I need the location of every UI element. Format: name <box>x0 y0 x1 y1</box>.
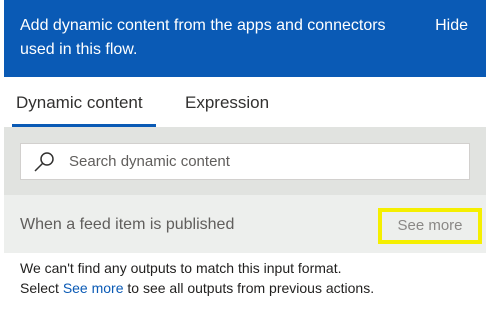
tab-bar: Dynamic content Expression <box>4 77 486 127</box>
tab-expression[interactable]: Expression <box>185 91 269 115</box>
see-more-link[interactable]: See more <box>63 280 124 296</box>
no-outputs-message: We can't find any outputs to match this … <box>20 258 480 298</box>
message-line-2: Select See more to see all outputs from … <box>20 278 480 298</box>
search-box[interactable] <box>20 143 470 180</box>
hide-button[interactable]: Hide <box>435 14 468 38</box>
message-line-1: We can't find any outputs to match this … <box>20 260 342 276</box>
message-prefix: Select <box>20 280 59 296</box>
section-title: When a feed item is published <box>20 216 235 233</box>
tab-dynamic-content[interactable]: Dynamic content <box>16 91 143 115</box>
search-area <box>4 127 486 195</box>
info-banner: Add dynamic content from the apps and co… <box>4 0 486 77</box>
banner-text: Add dynamic content from the apps and co… <box>20 17 386 58</box>
search-icon <box>33 151 57 173</box>
see-more-button[interactable]: See more <box>382 212 478 240</box>
dynamic-content-panel: Add dynamic content from the apps and co… <box>4 0 486 316</box>
see-more-highlight: See more <box>378 208 482 244</box>
message-suffix: to see all outputs from previous actions… <box>127 280 375 296</box>
section-header: When a feed item is published See more <box>4 195 486 253</box>
search-input[interactable] <box>69 144 459 179</box>
